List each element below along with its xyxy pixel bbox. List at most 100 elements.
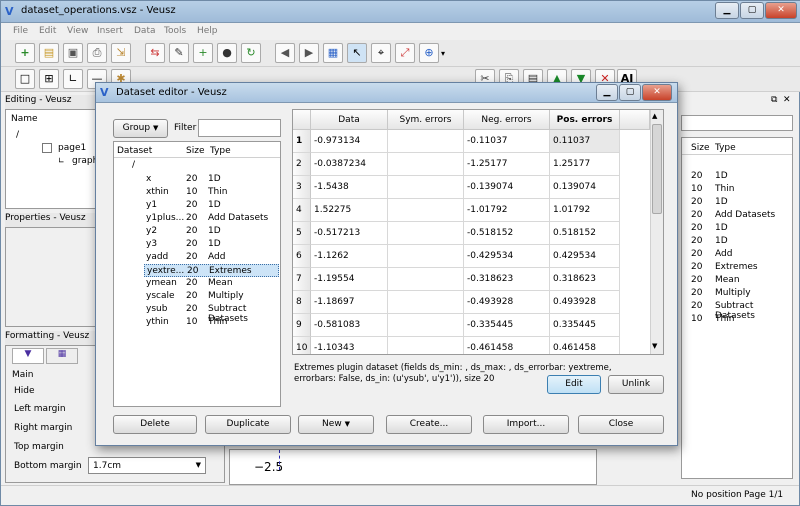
scroll-up-icon[interactable]: ▲ [652, 112, 657, 120]
dataset-row[interactable]: y1 20 1D [144, 199, 279, 212]
import-data-icon[interactable]: ⇆ [145, 43, 165, 63]
neg-errors-column-header[interactable]: Neg. errors [464, 110, 550, 130]
select-pointer-icon[interactable]: ↖ [347, 43, 367, 63]
zoom-menu-icon[interactable]: ⊕ [419, 43, 439, 63]
previous-page-icon[interactable]: ◀ [275, 43, 295, 63]
new-document-icon[interactable]: + [15, 43, 35, 63]
list-item[interactable] [682, 326, 792, 339]
reload-data-icon[interactable]: ↻ [241, 43, 261, 63]
table-row: 10 -1.10343 -0.461458 0.461458 [293, 337, 650, 354]
dataset-tree-root[interactable]: / [132, 160, 135, 170]
close-button[interactable]: Close [578, 415, 664, 434]
add-page-icon[interactable]: □ [15, 69, 35, 89]
list-item[interactable]: 20 Subtract Datasets [682, 300, 792, 321]
dialog-maximize-button[interactable]: ▢ [619, 84, 641, 101]
scroll-down-icon[interactable]: ▼ [652, 342, 657, 350]
dataset-row[interactable]: y2 20 1D [144, 225, 279, 238]
menu-help[interactable]: Help [197, 26, 218, 36]
menu-tools[interactable]: Tools [164, 26, 186, 36]
dataset-row[interactable]: xthin 10 Thin [144, 186, 279, 199]
print-icon[interactable]: ⎙ [87, 43, 107, 63]
list-item[interactable]: 20 Mean [682, 274, 792, 287]
float-panel-icon[interactable]: ⧉ [771, 95, 777, 105]
list-item[interactable]: 20 Extremes [682, 261, 792, 274]
menu-edit[interactable]: Edit [39, 26, 56, 36]
crosshair-icon[interactable]: ⌖ [371, 43, 391, 63]
dropdown-arrow-icon[interactable]: ▼ [196, 461, 201, 469]
save-icon[interactable]: ▣ [63, 43, 83, 63]
add-grid-icon[interactable]: ⊞ [39, 69, 59, 89]
tree-page1[interactable]: page1 [58, 143, 86, 153]
dataset-row[interactable]: ysub 20 Subtract Datasets [144, 303, 279, 324]
dataset-row[interactable] [144, 329, 279, 342]
capture-data-icon[interactable]: ● [217, 43, 237, 63]
view-icon[interactable]: ▦ [323, 43, 343, 63]
list-item[interactable]: 20 Add [682, 248, 792, 261]
tree-root[interactable]: / [16, 130, 19, 140]
grid-scrollbar[interactable]: ▲ ▼ [650, 110, 663, 354]
main-formatting-tab-icon[interactable]: ▼ [12, 348, 44, 364]
menu-data[interactable]: Data [134, 26, 156, 36]
right-rows: 20 1D 10 Thin 20 1D 20 Add Datasets 20 1D 20 1… [682, 170, 792, 330]
minimize-button[interactable]: ▁ [715, 2, 739, 19]
maximize-button[interactable]: ▢ [740, 2, 764, 19]
dataset-row[interactable]: yscale 20 Multiply [144, 290, 279, 303]
dataset-row-selected[interactable]: yextre... 20 Extremes [144, 264, 279, 277]
close-window-button[interactable]: ✕ [765, 2, 797, 19]
data-column-header[interactable]: Data [311, 110, 388, 130]
list-item[interactable]: 20 1D [682, 222, 792, 235]
zoom-graph-icon[interactable]: ⤢ [395, 43, 415, 63]
add-graph-icon[interactable]: ∟ [63, 69, 83, 89]
menu-insert[interactable]: Insert [97, 26, 123, 36]
pos-errors-column-header[interactable]: Pos. errors [550, 110, 620, 130]
create-dataset-icon[interactable]: + [193, 43, 213, 63]
dataset-row[interactable]: ythin 10 Thin [144, 316, 279, 329]
list-item[interactable]: 20 1D [682, 196, 792, 209]
close-panel-icon[interactable]: ✕ [783, 95, 791, 105]
group-dropdown-button[interactable]: Group ▼ [113, 119, 168, 138]
list-item[interactable]: 20 Multiply [682, 287, 792, 300]
open-folder-icon[interactable]: ▤ [39, 43, 59, 63]
list-item[interactable]: 20 1D [682, 235, 792, 248]
duplicate-button[interactable]: Duplicate [205, 415, 291, 434]
scrollbar-thumb[interactable] [652, 124, 662, 214]
dataset-row[interactable]: y3 20 1D [144, 238, 279, 251]
edit-data-icon[interactable]: ✎ [169, 43, 189, 63]
data-filter-field[interactable] [681, 115, 793, 131]
dataset-row[interactable]: yadd 20 Add [144, 251, 279, 264]
dialog-minimize-button[interactable]: ▁ [596, 84, 618, 101]
bottom-margin-field[interactable]: 1.7cm ▼ [88, 457, 206, 474]
import-button[interactable]: Import... [483, 415, 569, 434]
status-bar: No position Page 1/1 [1, 485, 799, 505]
list-item[interactable]: 20 1D [682, 170, 792, 183]
list-item[interactable]: 10 Thin [682, 183, 792, 196]
table-row: 4 1.52275 -1.01792 1.01792 [293, 199, 650, 222]
sym-errors-column-header[interactable]: Sym. errors [388, 110, 464, 130]
dataset-row[interactable]: ymean 20 Mean [144, 277, 279, 290]
header-divider [114, 157, 280, 158]
menu-view[interactable]: View [67, 26, 88, 36]
table-row: 2 -0.0387234 -1.25177 1.25177 [293, 153, 650, 176]
new-dropdown-button[interactable]: New ▼ [298, 415, 374, 434]
list-item[interactable]: 10 Thin [682, 313, 792, 326]
export-icon[interactable]: ⇲ [111, 43, 131, 63]
graph-icon: ∟ [58, 156, 65, 165]
menu-bar: File Edit View Insert Data Tools Help [1, 23, 800, 40]
properties-panel-header: Properties - Veusz [5, 213, 99, 227]
dataset-row[interactable]: y1plus... 20 Add Datasets [144, 212, 279, 225]
create-button[interactable]: Create... [386, 415, 472, 434]
dataset-row[interactable]: x 20 1D [144, 173, 279, 186]
list-item[interactable]: 20 Add Datasets [682, 209, 792, 222]
dataset-rows: x 20 1D xthin 10 Thin y1 20 1D y1plus... 20 Add … [114, 173, 280, 348]
dialog-close-button[interactable]: ✕ [642, 84, 672, 101]
next-page-icon[interactable]: ▶ [299, 43, 319, 63]
fill-formatting-tab-icon[interactable]: ▦ [46, 348, 78, 364]
edit-button[interactable]: Edit [547, 375, 601, 394]
main-section-label: Main [12, 370, 34, 380]
menu-file[interactable]: File [13, 26, 28, 36]
zoom-dropdown-arrow-icon[interactable]: ▾ [441, 49, 445, 58]
delete-button[interactable]: Delete [113, 415, 197, 434]
filter-input[interactable] [198, 119, 281, 137]
table-row: 1 -0.973134 -0.11037 0.11037 [293, 130, 650, 153]
unlink-button[interactable]: Unlink [608, 375, 664, 394]
